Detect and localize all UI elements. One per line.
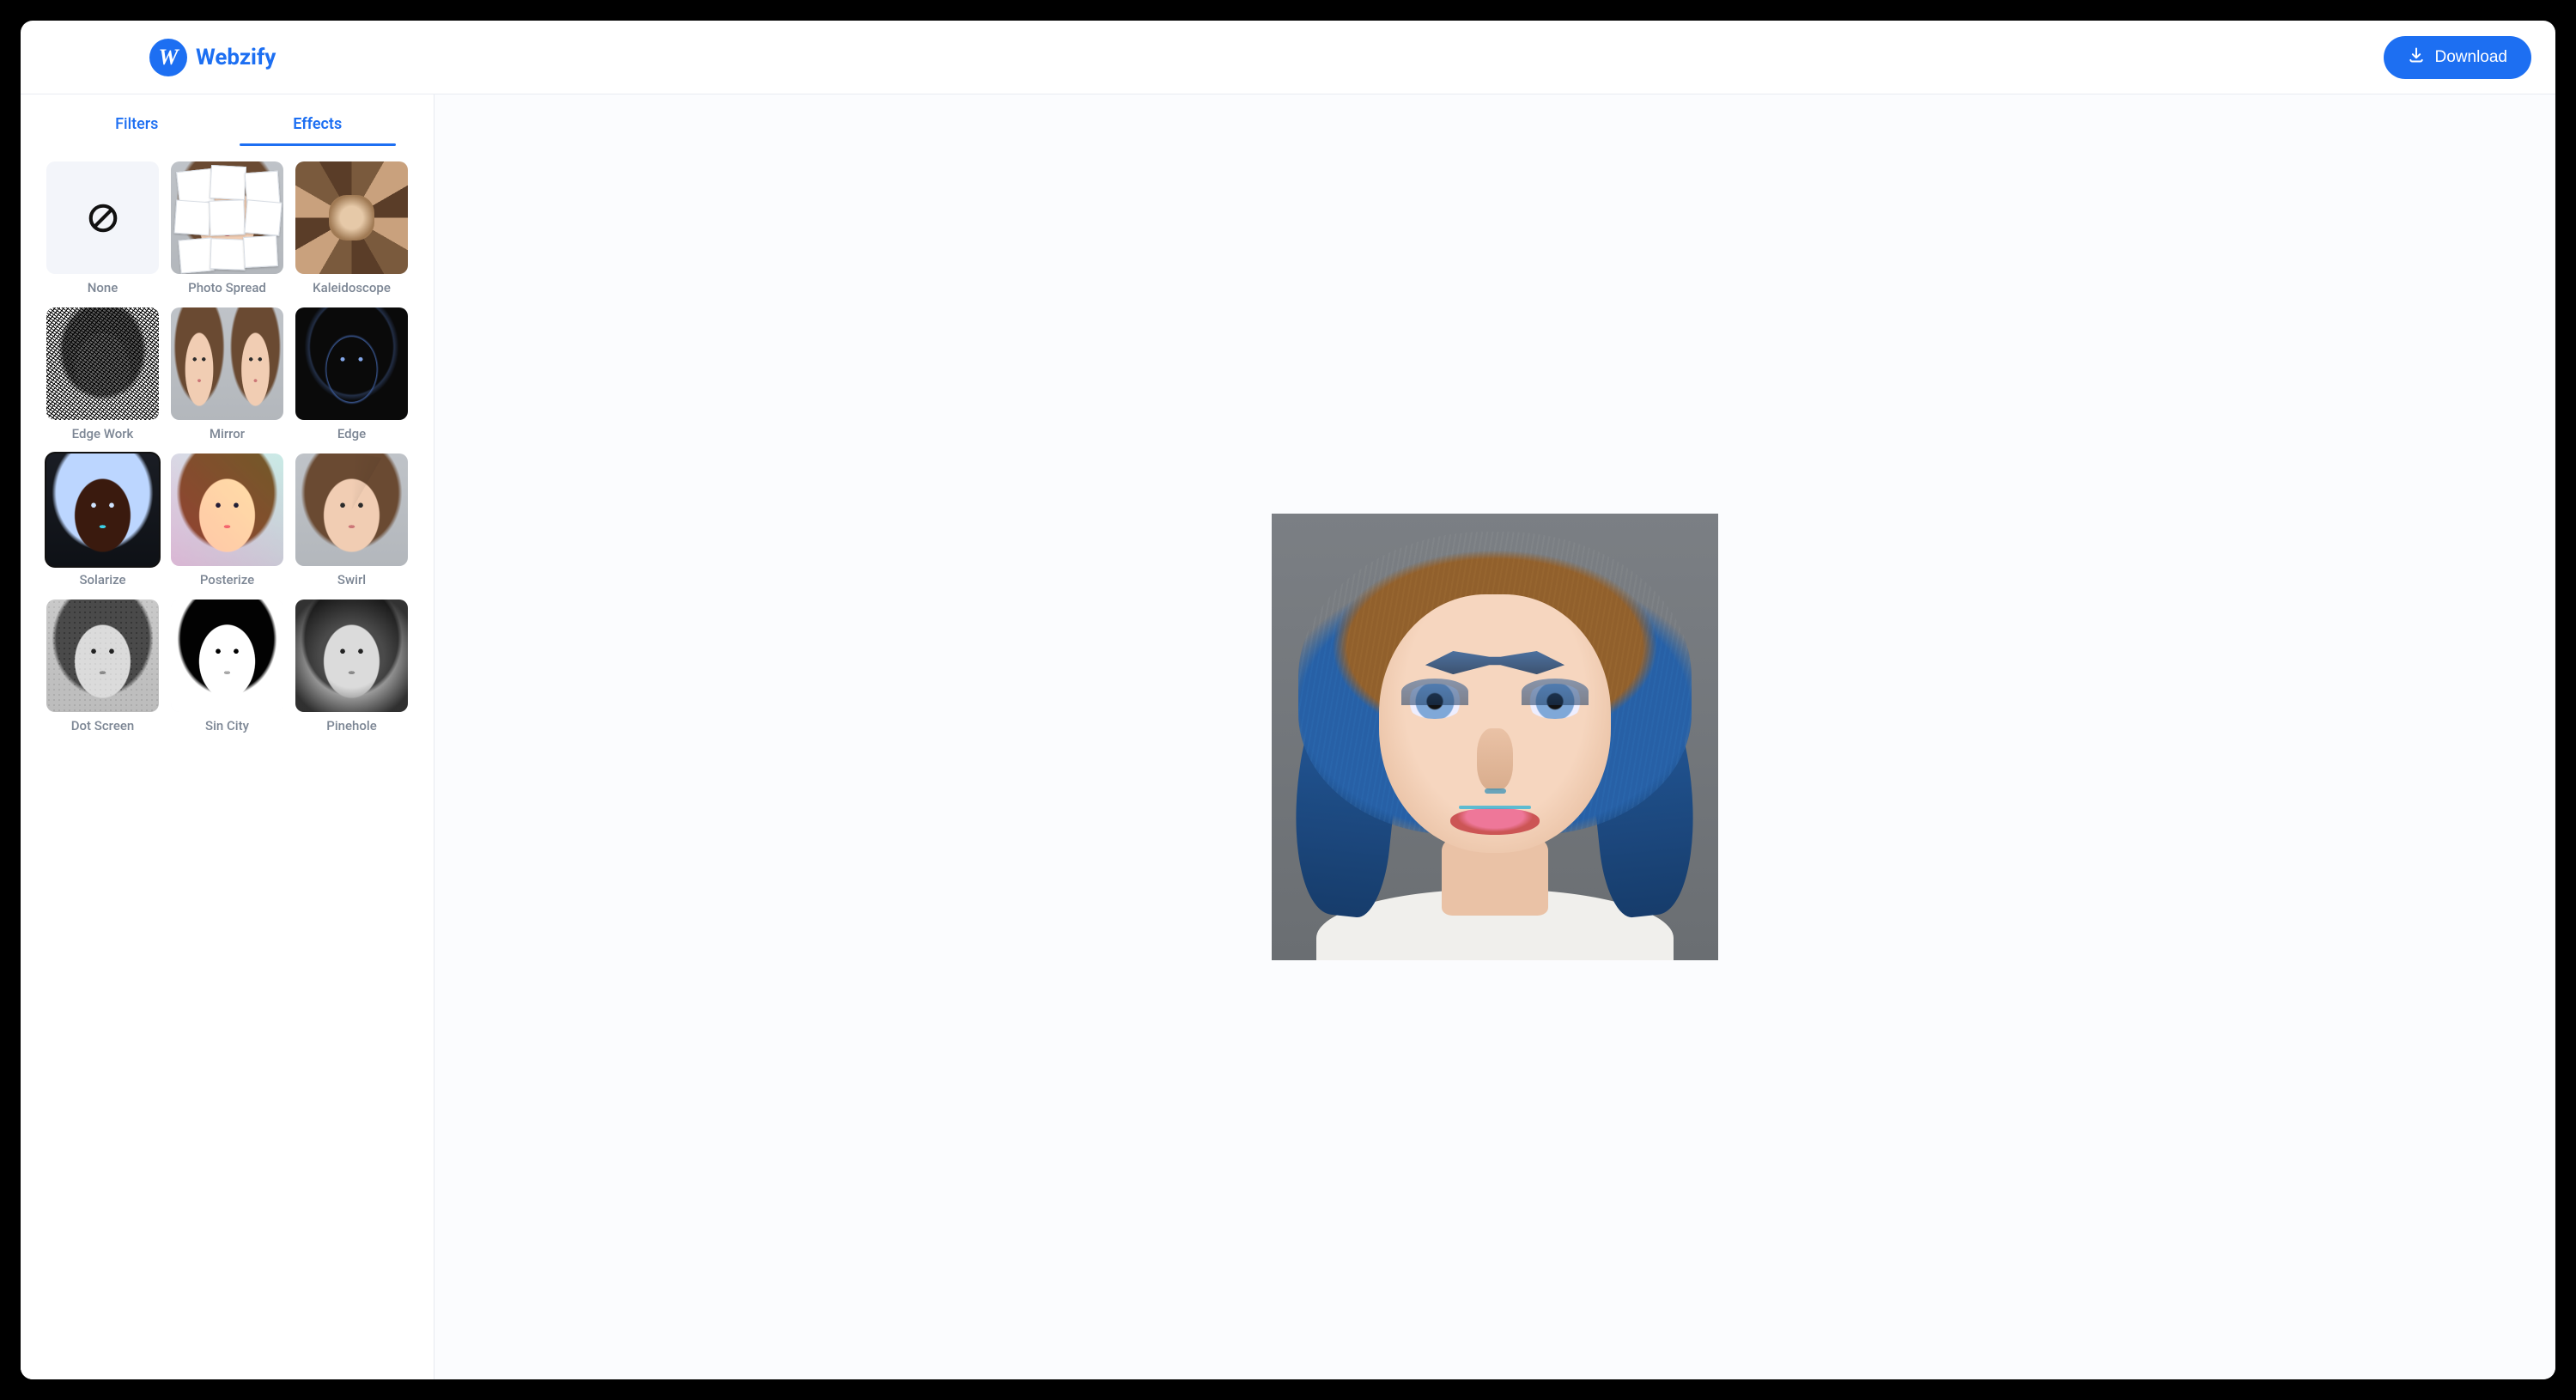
effect-kaleidoscope-label: Kaleidoscope xyxy=(313,280,391,295)
effect-swirl[interactable]: Swirl xyxy=(295,453,408,591)
effect-edge-work-label: Edge Work xyxy=(72,426,134,441)
effect-edge[interactable]: Edge xyxy=(295,307,408,445)
brand[interactable]: W Webzify xyxy=(149,39,276,76)
effect-solarize-label: Solarize xyxy=(79,572,125,587)
effect-edge-work[interactable]: Edge Work xyxy=(46,307,159,445)
effect-kaleidoscope-thumb xyxy=(295,161,408,274)
brand-name: Webzify xyxy=(196,45,276,70)
effect-sin-city-label: Sin City xyxy=(205,718,249,733)
effect-posterize-thumb xyxy=(171,453,283,566)
tabs: Filters Effects xyxy=(21,94,434,146)
sidebar: Filters Effects None xyxy=(21,94,434,1379)
canvas-area xyxy=(434,94,2555,1379)
effect-none-label: None xyxy=(88,280,118,295)
effect-photo-spread-thumb xyxy=(171,161,283,274)
body: Filters Effects None xyxy=(21,94,2555,1379)
effect-dot-screen-label: Dot Screen xyxy=(71,718,135,733)
tab-filters[interactable]: Filters xyxy=(46,101,228,145)
tab-effects-label: Effects xyxy=(293,115,342,133)
effect-sin-city[interactable]: Sin City xyxy=(171,600,283,737)
effect-pinehole-thumb xyxy=(295,600,408,712)
effect-photo-spread-label: Photo Spread xyxy=(188,280,266,295)
effect-none-thumb xyxy=(46,161,159,274)
app-window: W Webzify Download Filters Effects xyxy=(21,21,2555,1379)
effect-dot-screen-thumb xyxy=(46,600,159,712)
download-icon xyxy=(2408,46,2425,69)
download-label: Download xyxy=(2435,48,2508,67)
tab-effects[interactable]: Effects xyxy=(228,101,409,145)
tab-filters-label: Filters xyxy=(115,115,158,133)
effect-edge-label: Edge xyxy=(337,426,366,441)
effect-pinehole-label: Pinehole xyxy=(326,718,376,733)
effect-swirl-thumb xyxy=(295,453,408,566)
effect-edge-thumb xyxy=(295,307,408,420)
effects-grid[interactable]: None xyxy=(21,146,434,1379)
effect-kaleidoscope[interactable]: Kaleidoscope xyxy=(295,161,408,299)
effect-solarize-thumb xyxy=(46,453,159,566)
effect-mirror[interactable]: Mirror xyxy=(171,307,283,445)
effect-none[interactable]: None xyxy=(46,161,159,299)
effect-posterize-label: Posterize xyxy=(200,572,254,587)
preview-image[interactable] xyxy=(1272,514,1718,960)
effect-mirror-thumb xyxy=(171,307,283,420)
effect-sin-city-thumb xyxy=(171,600,283,712)
header: W Webzify Download xyxy=(21,21,2555,94)
effect-photo-spread[interactable]: Photo Spread xyxy=(171,161,283,299)
none-icon xyxy=(46,161,159,274)
effect-mirror-label: Mirror xyxy=(210,426,245,441)
effect-posterize[interactable]: Posterize xyxy=(171,453,283,591)
effect-edge-work-thumb xyxy=(46,307,159,420)
brand-logo-letter: W xyxy=(158,45,178,70)
effect-solarize[interactable]: Solarize xyxy=(46,453,159,591)
effect-swirl-label: Swirl xyxy=(337,572,366,587)
download-button[interactable]: Download xyxy=(2384,36,2532,79)
brand-logo: W xyxy=(149,39,187,76)
effect-pinehole[interactable]: Pinehole xyxy=(295,600,408,737)
effect-dot-screen[interactable]: Dot Screen xyxy=(46,600,159,737)
